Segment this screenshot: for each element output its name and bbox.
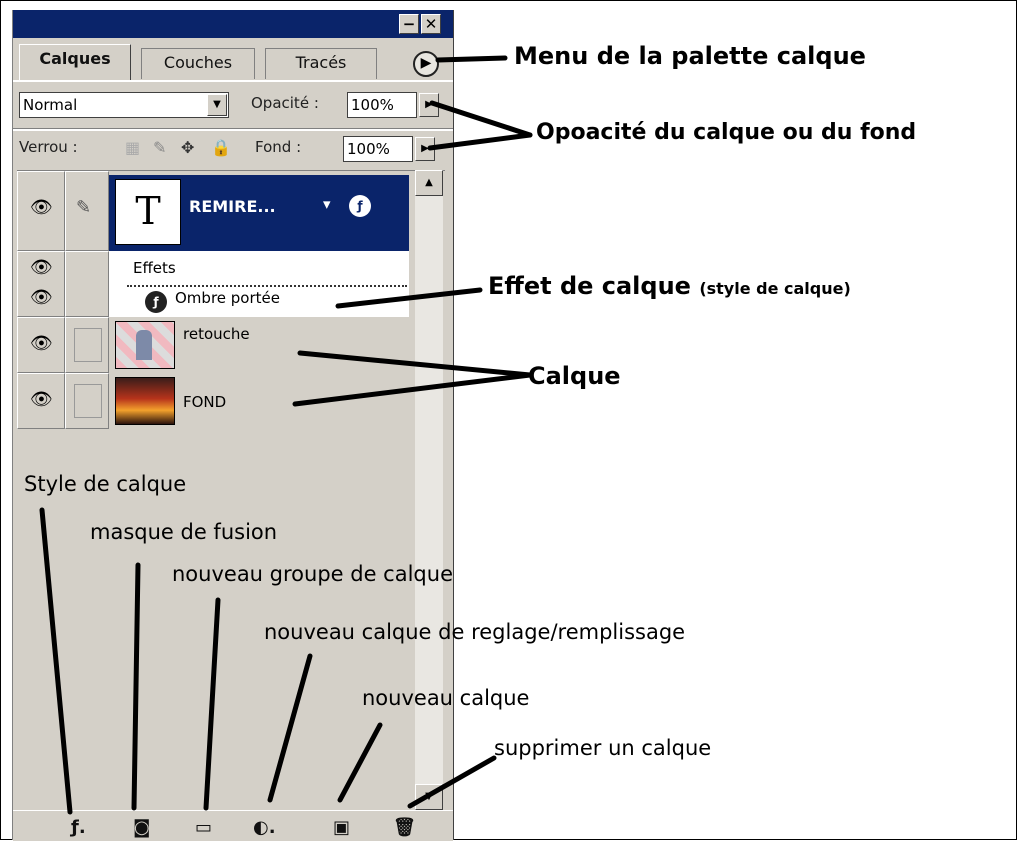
layers-list: 👁 ✎ T REMIRE... ▾ ƒ 👁 👁 Effets ƒ Ombre p…	[17, 170, 445, 447]
brush-lock-icon[interactable]: ✎	[153, 138, 166, 157]
effect-subtitle: (style de calque)	[699, 279, 851, 298]
lock-icon[interactable]: 🔒	[211, 138, 231, 157]
annotation-nouveau: nouveau calque	[362, 686, 530, 710]
link-cell[interactable]	[65, 317, 109, 373]
lock-label: Verrou :	[19, 138, 78, 156]
opacity-value: 100%	[351, 96, 394, 114]
eye-icon[interactable]: 👁	[30, 258, 53, 278]
minimize-button[interactable]: −	[399, 14, 419, 34]
palette-tabs: Calques Couches Tracés ▶	[13, 38, 453, 80]
palette-menu-icon[interactable]: ▶	[413, 51, 439, 77]
effect-title: Effet de calque	[488, 272, 691, 300]
layers-scrollbar[interactable]: ▲ ▼	[415, 170, 443, 810]
blend-row: Normal ▼ Opacité : 100% ▶	[19, 90, 449, 124]
opacity-label: Opacité :	[251, 94, 319, 112]
annotation-style: Style de calque	[24, 472, 187, 496]
layer-name: REMIRE...	[189, 197, 276, 216]
trash-icon[interactable]: 🗑	[393, 817, 416, 838]
palette-titlebar: − ✕	[13, 10, 453, 38]
visibility-cell[interactable]: 👁 👁	[17, 251, 65, 317]
layer-fond[interactable]: FOND	[109, 373, 409, 429]
mask-icon[interactable]: ◙	[133, 817, 150, 838]
tab-calques[interactable]: Calques	[19, 44, 131, 80]
move-icon[interactable]: ✥	[181, 138, 194, 157]
annotation-effect: Effet de calque (style de calque)	[488, 272, 851, 300]
layer-name: retouche	[183, 325, 250, 343]
layer-retouche[interactable]: retouche	[109, 317, 409, 373]
layer-effects[interactable]: Effets ƒ Ombre portée	[109, 251, 409, 317]
blend-mode-value: Normal	[23, 96, 78, 114]
chevron-down-icon[interactable]: ▼	[207, 94, 227, 116]
layer-remire[interactable]: T REMIRE... ▾ ƒ	[109, 175, 409, 251]
effects-label: Effets	[133, 259, 176, 277]
annotation-menu: Menu de la palette calque	[514, 42, 866, 70]
scroll-down-icon[interactable]: ▼	[415, 784, 443, 810]
figure-shape	[136, 330, 152, 360]
effect-drop-shadow[interactable]: Ombre portée	[175, 289, 280, 307]
annotation-opacity: Opoacité du calque ou du fond	[536, 120, 917, 145]
layer-style-icon: ƒ	[349, 195, 371, 217]
fond-thumbnail	[115, 377, 175, 425]
link-box	[74, 328, 102, 362]
empty-cell	[65, 251, 109, 317]
fill-arrow-icon[interactable]: ▶	[415, 137, 435, 161]
link-cell[interactable]	[65, 373, 109, 429]
palette-bottom-bar: ƒ. ◙ ▭ ◐. ▣ 🗑	[13, 810, 453, 841]
layers-palette: − ✕ Calques Couches Tracés ▶ Normal ▼ Op…	[12, 10, 454, 841]
eye-icon[interactable]: 👁	[30, 334, 53, 354]
text-layer-thumbnail: T	[115, 179, 181, 245]
folder-icon[interactable]: ▭	[195, 817, 212, 838]
annotation-groupe: nouveau groupe de calque	[172, 562, 453, 586]
layer-style-icon: ƒ	[145, 291, 167, 313]
blend-mode-select[interactable]: Normal ▼	[19, 92, 229, 118]
new-layer-icon[interactable]: ▣	[333, 817, 350, 838]
visibility-cell[interactable]: 👁	[17, 171, 65, 251]
annotation-masque: masque de fusion	[90, 520, 278, 544]
scroll-up-icon[interactable]: ▲	[415, 170, 443, 196]
retouche-thumbnail	[115, 321, 175, 369]
link-box	[74, 384, 102, 418]
chevron-down-icon[interactable]: ▾	[323, 195, 331, 213]
lock-transparency-icon[interactable]: ▦	[125, 138, 140, 157]
annotation-reglage: nouveau calque de reglage/remplissage	[264, 620, 686, 644]
opacity-input[interactable]: 100%	[347, 92, 417, 118]
dotted-divider	[127, 285, 407, 287]
visibility-cell[interactable]: 👁	[17, 317, 65, 373]
annotation-calque: Calque	[528, 362, 621, 390]
brush-icon: ✎	[76, 197, 92, 218]
visibility-cell[interactable]: 👁	[17, 373, 65, 429]
fill-value: 100%	[347, 140, 390, 158]
tab-traces[interactable]: Tracés	[265, 48, 377, 79]
close-button[interactable]: ✕	[421, 14, 441, 34]
adjustment-icon[interactable]: ◐.	[253, 817, 276, 838]
tab-divider	[13, 80, 453, 82]
eye-icon[interactable]: 👁	[30, 390, 53, 410]
tab-couches[interactable]: Couches	[141, 48, 255, 79]
fill-label: Fond :	[255, 138, 302, 156]
brush-cell[interactable]: ✎	[65, 171, 109, 251]
layer-name: FOND	[183, 393, 227, 411]
opacity-arrow-icon[interactable]: ▶	[419, 93, 439, 117]
lock-row: Verrou : ▦ ✎ ✥ 🔒 Fond : 100% ▶	[19, 132, 449, 166]
eye-icon[interactable]: 👁	[30, 288, 53, 308]
layer-style-icon[interactable]: ƒ.	[71, 817, 86, 838]
divider	[13, 128, 453, 131]
annotation-supprimer: supprimer un calque	[494, 736, 712, 760]
eye-icon[interactable]: 👁	[30, 198, 53, 218]
fill-input[interactable]: 100%	[343, 136, 413, 162]
